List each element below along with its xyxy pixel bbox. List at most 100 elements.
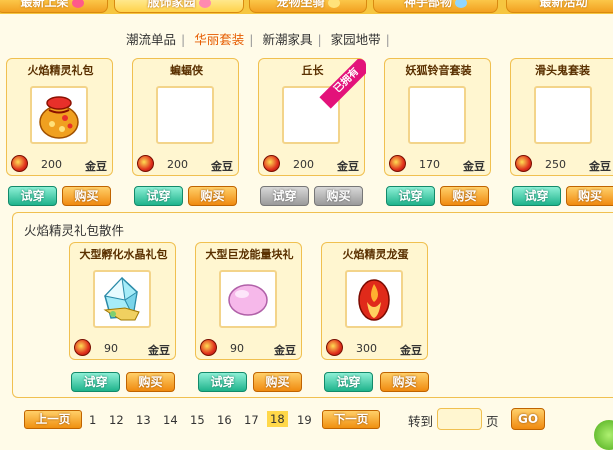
subnav-luxury-sets[interactable]: 华丽套装 [194, 32, 244, 47]
price-unit: 金豆 [589, 160, 611, 173]
try-on-button[interactable]: 试穿 [71, 372, 120, 392]
product-price: 200 [167, 158, 188, 171]
product-image[interactable] [408, 86, 466, 144]
subnav-new-furniture[interactable]: 新潮家具 [262, 32, 312, 47]
product-title: 蝙蝠侠 [170, 64, 203, 76]
divider: | [249, 32, 254, 47]
crystal-icon [103, 276, 140, 321]
product-title: 火焰精灵龙蛋 [342, 248, 409, 260]
nav-tab-magic[interactable]: 神手部物 [373, 0, 498, 13]
pet-icon [327, 0, 340, 8]
try-on-button[interactable]: 试穿 [260, 186, 309, 206]
goto-label: 转到 [408, 414, 434, 429]
product-image[interactable] [93, 270, 151, 328]
price-unit: 金豆 [463, 160, 485, 173]
page-link[interactable]: 12 [109, 413, 124, 427]
gold-bean-icon [137, 155, 154, 172]
current-page: 18 [267, 411, 288, 427]
bundle-item-card[interactable]: 大型巨龙能量块礼 90 金豆 [195, 242, 302, 360]
try-on-button[interactable]: 试穿 [386, 186, 435, 206]
try-on-button[interactable]: 试穿 [324, 372, 373, 392]
product-card[interactable]: 滑头鬼套装 250 金豆 [510, 58, 613, 176]
goto-page-input[interactable] [437, 408, 482, 430]
buy-button[interactable]: 购买 [253, 372, 302, 392]
subnav-home-zone[interactable]: 家园地带 [331, 32, 381, 47]
product-title: 大型孵化水晶礼包 [79, 248, 168, 260]
product-image[interactable] [345, 270, 403, 328]
gold-bean-icon [200, 339, 217, 356]
nav-tab-latest[interactable]: 最新上架 [0, 0, 108, 13]
pagination: 上一页 1 12 13 14 15 16 17 18 19 下一页 转到 页 G… [0, 408, 613, 432]
owned-badge: 已拥有 [319, 59, 366, 109]
new-badge-icon [71, 0, 84, 8]
buy-button[interactable]: 购买 [126, 372, 175, 392]
nav-tab-fashion-home[interactable]: 服饰家园 [114, 0, 244, 13]
product-price: 170 [419, 158, 440, 171]
product-card[interactable]: 火焰精灵礼包 200 金豆 [6, 58, 113, 176]
nav-tab-label: 神手部物 [403, 0, 452, 9]
prev-page-button[interactable]: 上一页 [24, 410, 82, 429]
price-unit: 金豆 [400, 344, 422, 357]
product-card[interactable]: 妖狐铃音套装 170 金豆 [384, 58, 491, 176]
page-link[interactable]: 16 [217, 413, 232, 427]
bundle-title: 火焰精灵礼包散件 [24, 223, 125, 238]
product-price: 200 [293, 158, 314, 171]
bundle-item-card[interactable]: 火焰精灵龙蛋 300 金豆 [321, 242, 428, 360]
buy-button[interactable]: 购买 [62, 186, 111, 206]
try-on-button[interactable]: 试穿 [8, 186, 57, 206]
sub-nav: 潮流单品 | 华丽套装 | 新潮家具 | 家园地带 | [126, 29, 395, 47]
product-title: 滑头鬼套装 [535, 64, 590, 76]
product-title: 妖狐铃音套装 [405, 64, 472, 76]
buy-button[interactable]: 购买 [314, 186, 363, 206]
price-unit: 金豆 [274, 344, 296, 357]
page-unit-label: 页 [486, 414, 499, 429]
page-link[interactable]: 14 [163, 413, 178, 427]
nav-tab-label: 最新活动 [539, 0, 588, 9]
product-image[interactable] [534, 86, 592, 144]
fire-egg-icon [358, 279, 390, 321]
buy-button[interactable]: 购买 [188, 186, 237, 206]
gold-bean-icon [326, 339, 343, 356]
try-on-button[interactable]: 试穿 [198, 372, 247, 392]
product-title: 火焰精灵礼包 [27, 64, 94, 76]
bundle-item-card[interactable]: 大型孵化水晶礼包 90 金豆 [69, 242, 176, 360]
price-unit: 金豆 [337, 160, 359, 173]
product-card[interactable]: 蝙蝠侠 200 金豆 [132, 58, 239, 176]
gold-bean-icon [74, 339, 91, 356]
try-on-button[interactable]: 试穿 [134, 186, 183, 206]
product-price: 200 [41, 158, 62, 171]
product-image[interactable] [219, 270, 277, 328]
nav-tab-label: 服饰家园 [147, 0, 196, 9]
buy-button[interactable]: 购买 [440, 186, 489, 206]
page-link[interactable]: 17 [244, 413, 259, 427]
go-button[interactable]: GO [511, 408, 545, 430]
divider: | [181, 32, 186, 47]
divider: | [385, 32, 390, 47]
product-price: 300 [356, 342, 377, 355]
flower-icon [198, 0, 211, 8]
page-link[interactable]: 15 [190, 413, 205, 427]
nav-tab-events[interactable]: 最新活动 [506, 0, 613, 13]
nav-tab-label: 最新上架 [20, 0, 69, 9]
page-link[interactable]: 19 [297, 413, 312, 427]
decorative-circle [594, 420, 613, 450]
page-link[interactable]: 1 [89, 413, 96, 427]
product-image[interactable] [156, 86, 214, 144]
top-nav: 最新上架 服饰家园 宠物坐骑 神手部物 最新活动 [0, 0, 613, 14]
product-card[interactable]: 丘长 已拥有 200 金豆 [258, 58, 366, 176]
price-unit: 金豆 [211, 160, 233, 173]
price-unit: 金豆 [148, 344, 170, 357]
buy-button[interactable]: 购买 [380, 372, 429, 392]
product-price: 90 [104, 342, 118, 355]
pink-stone-icon [228, 284, 268, 316]
nav-tab-pets[interactable]: 宠物坐骑 [249, 0, 367, 13]
buy-button[interactable]: 购买 [566, 186, 613, 206]
next-page-button[interactable]: 下一页 [322, 410, 380, 429]
divider: | [317, 32, 322, 47]
product-title: 大型巨龙能量块礼 [205, 248, 294, 260]
product-image[interactable] [30, 86, 88, 144]
product-price: 250 [545, 158, 566, 171]
page-link[interactable]: 13 [136, 413, 151, 427]
try-on-button[interactable]: 试穿 [512, 186, 561, 206]
subnav-trendy-items[interactable]: 潮流单品 [126, 32, 176, 47]
